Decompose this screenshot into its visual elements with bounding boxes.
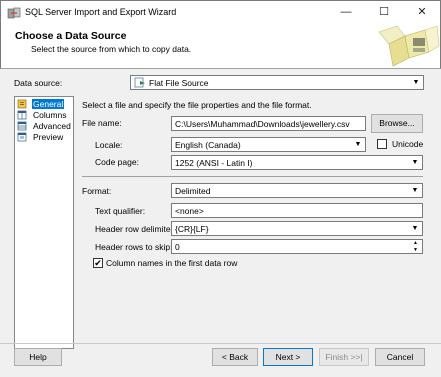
section-divider — [82, 176, 423, 177]
data-source-label: Data source: — [14, 78, 63, 88]
page-subtitle: Select the source from which to copy dat… — [31, 44, 192, 54]
help-button[interactable]: Help — [14, 348, 62, 366]
header-rows-to-skip-label: Header rows to skip: — [95, 242, 173, 252]
header-rows-to-skip-value: 0 — [175, 242, 180, 252]
next-button[interactable]: Next > — [263, 348, 313, 366]
app-icon — [7, 6, 21, 20]
wizard-graphic-icon — [375, 24, 441, 68]
window-title: SQL Server Import and Export Wizard — [25, 7, 177, 17]
file-name-label: File name: — [82, 118, 122, 128]
header-row-delimiter-dropdown[interactable]: {CR}{LF} ▼ — [171, 221, 423, 236]
header-row-delimiter-label: Header row delimiter: — [95, 224, 176, 234]
format-label: Format: — [82, 186, 112, 196]
text-qualifier-input[interactable]: <none> — [171, 203, 423, 218]
column-names-checkbox[interactable]: ✔ — [93, 258, 103, 268]
wizard-header: Choose a Data Source Select the source f… — [0, 24, 441, 69]
locale-dropdown[interactable]: English (Canada) ▼ — [171, 137, 366, 152]
stepper-up-icon[interactable]: ▲ — [410, 240, 421, 246]
column-names-label: Column names in the first data row — [106, 258, 238, 268]
chevron-down-icon[interactable]: ▼ — [409, 223, 421, 234]
file-name-value: C:\Users\Muhammad\Downloads\jewellery.cs… — [175, 119, 350, 129]
chevron-down-icon[interactable]: ▼ — [409, 157, 421, 168]
nav-item-label: Advanced — [33, 121, 71, 131]
file-name-input[interactable]: C:\Users\Muhammad\Downloads\jewellery.cs… — [171, 116, 366, 131]
code-page-value: 1252 (ANSI - Latin I) — [175, 158, 253, 168]
format-value: Delimited — [175, 186, 211, 196]
maximize-button[interactable]: ☐ — [365, 1, 403, 24]
header-rows-to-skip-stepper[interactable]: 0 ▲ ▼ — [171, 239, 423, 254]
code-page-label: Code page: — [95, 157, 139, 167]
chevron-down-icon[interactable]: ▼ — [410, 77, 422, 88]
form-instructions: Select a file and specify the file prope… — [82, 100, 312, 110]
format-dropdown[interactable]: Delimited ▼ — [171, 183, 423, 198]
text-qualifier-value: <none> — [175, 206, 204, 216]
unicode-label: Unicode — [392, 139, 424, 149]
page-title: Choose a Data Source — [15, 30, 127, 42]
nav-item-label: Preview — [33, 132, 64, 142]
header-row-delimiter-value: {CR}{LF} — [175, 224, 209, 234]
stepper-down-icon[interactable]: ▼ — [410, 247, 421, 253]
general-icon — [17, 99, 27, 109]
nav-item-label: General — [32, 99, 65, 109]
nav-item-label: Columns — [33, 110, 67, 120]
cancel-button[interactable]: Cancel — [375, 348, 425, 366]
data-source-value: Flat File Source — [149, 78, 209, 88]
text-qualifier-label: Text qualifier: — [95, 206, 146, 216]
columns-icon — [17, 110, 27, 120]
chevron-down-icon[interactable]: ▼ — [352, 139, 364, 150]
locale-label: Locale: — [95, 140, 123, 150]
footer-divider — [0, 343, 441, 344]
title-bar: SQL Server Import and Export Wizard — ☐ … — [0, 0, 441, 24]
back-button[interactable]: < Back — [212, 348, 258, 366]
code-page-dropdown[interactable]: 1252 (ANSI - Latin I) ▼ — [171, 155, 423, 170]
page-navigation-list: General Columns Advanced Preview — [14, 96, 74, 349]
minimize-button[interactable]: — — [327, 1, 365, 24]
close-button[interactable]: ✕ — [403, 1, 441, 24]
data-source-dropdown[interactable]: Flat File Source ▼ — [130, 75, 424, 90]
flat-file-icon — [134, 77, 146, 88]
locale-value: English (Canada) — [175, 140, 241, 150]
unicode-checkbox[interactable] — [377, 139, 387, 149]
browse-button[interactable]: Browse... — [371, 114, 423, 133]
advanced-icon — [17, 121, 27, 131]
finish-button[interactable]: Finish >>| — [319, 348, 369, 366]
preview-icon — [17, 132, 27, 142]
chevron-down-icon[interactable]: ▼ — [409, 185, 421, 196]
